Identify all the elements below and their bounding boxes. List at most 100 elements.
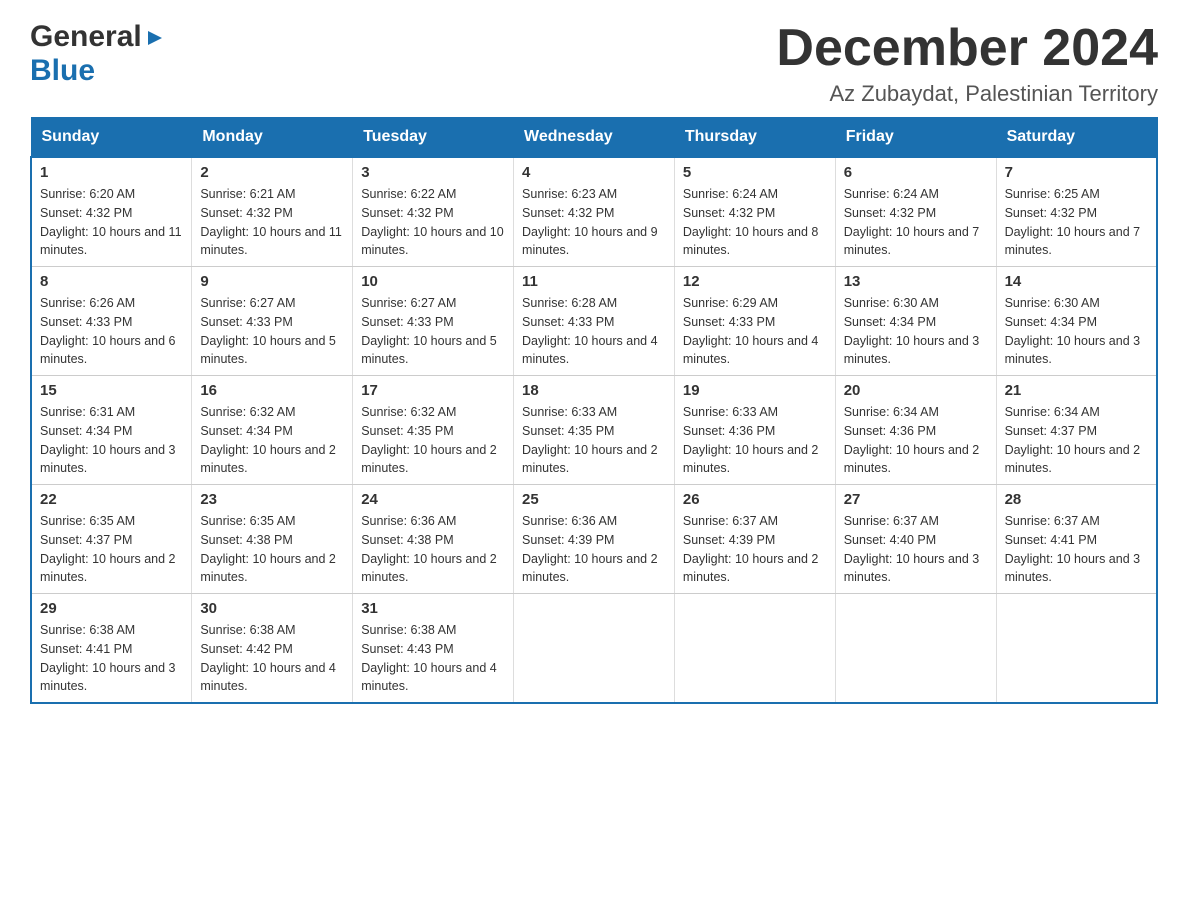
day-number: 1: [40, 164, 183, 181]
weekday-header-tuesday: Tuesday: [353, 118, 514, 158]
weekday-header-wednesday: Wednesday: [514, 118, 675, 158]
calendar-cell: 23 Sunrise: 6:35 AMSunset: 4:38 PMDayligh…: [192, 485, 353, 594]
calendar-cell: 28Sunrise: 6:37 AMSunset: 4:41 PMDayligh…: [996, 485, 1157, 594]
calendar-cell: 16 Sunrise: 6:32 AMSunset: 4:34 PMDayligh…: [192, 376, 353, 485]
day-number: 25: [522, 491, 666, 508]
calendar-cell: 18 Sunrise: 6:33 AMSunset: 4:35 PMDayligh…: [514, 376, 675, 485]
calendar-cell: 7 Sunrise: 6:25 AMSunset: 4:32 PMDaylight…: [996, 157, 1157, 267]
day-number: 23: [200, 491, 344, 508]
day-info: Sunrise: 6:27 AMSunset: 4:33 PMDaylight:…: [361, 294, 505, 369]
calendar-week-3: 15Sunrise: 6:31 AMSunset: 4:34 PMDayligh…: [31, 376, 1157, 485]
logo-blue-text: Blue: [30, 54, 95, 88]
day-number: 16: [200, 382, 344, 399]
calendar-week-5: 29Sunrise: 6:38 AMSunset: 4:41 PMDayligh…: [31, 594, 1157, 704]
calendar-cell: 4 Sunrise: 6:23 AMSunset: 4:32 PMDaylight…: [514, 157, 675, 267]
calendar-table: SundayMondayTuesdayWednesdayThursdayFrid…: [30, 117, 1158, 704]
day-number: 3: [361, 164, 505, 181]
calendar-cell: 1 Sunrise: 6:20 AMSunset: 4:32 PMDaylight…: [31, 157, 192, 267]
day-info: Sunrise: 6:20 AMSunset: 4:32 PMDaylight:…: [40, 185, 183, 260]
day-number: 7: [1005, 164, 1148, 181]
day-number: 2: [200, 164, 344, 181]
calendar-cell: 29Sunrise: 6:38 AMSunset: 4:41 PMDayligh…: [31, 594, 192, 704]
calendar-cell: 12 Sunrise: 6:29 AMSunset: 4:33 PMDayligh…: [674, 267, 835, 376]
day-info: Sunrise: 6:38 AMSunset: 4:42 PMDaylight:…: [200, 621, 344, 696]
calendar-cell: [514, 594, 675, 704]
calendar-cell: 14 Sunrise: 6:30 AMSunset: 4:34 PMDayligh…: [996, 267, 1157, 376]
day-number: 24: [361, 491, 505, 508]
weekday-header-saturday: Saturday: [996, 118, 1157, 158]
day-number: 18: [522, 382, 666, 399]
day-info: Sunrise: 6:29 AMSunset: 4:33 PMDaylight:…: [683, 294, 827, 369]
location-subtitle: Az Zubaydat, Palestinian Territory: [776, 81, 1158, 107]
logo: General Blue: [30, 20, 166, 88]
calendar-cell: 26Sunrise: 6:37 AMSunset: 4:39 PMDayligh…: [674, 485, 835, 594]
calendar-cell: 30 Sunrise: 6:38 AMSunset: 4:42 PMDayligh…: [192, 594, 353, 704]
calendar-cell: 8 Sunrise: 6:26 AMSunset: 4:33 PMDaylight…: [31, 267, 192, 376]
title-block: December 2024 Az Zubaydat, Palestinian T…: [776, 20, 1158, 107]
day-number: 17: [361, 382, 505, 399]
calendar-week-1: 1 Sunrise: 6:20 AMSunset: 4:32 PMDaylight…: [31, 157, 1157, 267]
calendar-cell: 31 Sunrise: 6:38 AMSunset: 4:43 PMDayligh…: [353, 594, 514, 704]
day-number: 30: [200, 600, 344, 617]
day-number: 15: [40, 382, 183, 399]
calendar-cell: 25Sunrise: 6:36 AMSunset: 4:39 PMDayligh…: [514, 485, 675, 594]
day-info: Sunrise: 6:36 AMSunset: 4:38 PMDaylight:…: [361, 512, 505, 587]
weekday-header-monday: Monday: [192, 118, 353, 158]
day-info: Sunrise: 6:38 AMSunset: 4:43 PMDaylight:…: [361, 621, 505, 696]
day-info: Sunrise: 6:38 AMSunset: 4:41 PMDaylight:…: [40, 621, 183, 696]
day-number: 5: [683, 164, 827, 181]
day-number: 19: [683, 382, 827, 399]
day-info: Sunrise: 6:24 AMSunset: 4:32 PMDaylight:…: [683, 185, 827, 260]
day-info: Sunrise: 6:30 AMSunset: 4:34 PMDaylight:…: [1005, 294, 1148, 369]
calendar-cell: 11Sunrise: 6:28 AMSunset: 4:33 PMDayligh…: [514, 267, 675, 376]
calendar-cell: 6 Sunrise: 6:24 AMSunset: 4:32 PMDaylight…: [835, 157, 996, 267]
day-number: 27: [844, 491, 988, 508]
calendar-cell: 19 Sunrise: 6:33 AMSunset: 4:36 PMDayligh…: [674, 376, 835, 485]
weekday-header-thursday: Thursday: [674, 118, 835, 158]
day-info: Sunrise: 6:30 AMSunset: 4:34 PMDaylight:…: [844, 294, 988, 369]
calendar-cell: [996, 594, 1157, 704]
calendar-cell: [674, 594, 835, 704]
day-number: 31: [361, 600, 505, 617]
day-info: Sunrise: 6:33 AMSunset: 4:36 PMDaylight:…: [683, 403, 827, 478]
weekday-header-sunday: Sunday: [31, 118, 192, 158]
calendar-cell: 2 Sunrise: 6:21 AMSunset: 4:32 PMDaylight…: [192, 157, 353, 267]
day-number: 9: [200, 273, 344, 290]
day-info: Sunrise: 6:32 AMSunset: 4:34 PMDaylight:…: [200, 403, 344, 478]
calendar-cell: 21Sunrise: 6:34 AMSunset: 4:37 PMDayligh…: [996, 376, 1157, 485]
day-info: Sunrise: 6:21 AMSunset: 4:32 PMDaylight:…: [200, 185, 344, 260]
calendar-cell: 15Sunrise: 6:31 AMSunset: 4:34 PMDayligh…: [31, 376, 192, 485]
day-number: 22: [40, 491, 183, 508]
day-info: Sunrise: 6:35 AMSunset: 4:37 PMDaylight:…: [40, 512, 183, 587]
day-info: Sunrise: 6:26 AMSunset: 4:33 PMDaylight:…: [40, 294, 183, 369]
calendar-cell: 9Sunrise: 6:27 AMSunset: 4:33 PMDaylight…: [192, 267, 353, 376]
day-info: Sunrise: 6:32 AMSunset: 4:35 PMDaylight:…: [361, 403, 505, 478]
day-info: Sunrise: 6:34 AMSunset: 4:37 PMDaylight:…: [1005, 403, 1148, 478]
calendar-cell: 10 Sunrise: 6:27 AMSunset: 4:33 PMDayligh…: [353, 267, 514, 376]
calendar-cell: 3 Sunrise: 6:22 AMSunset: 4:32 PMDaylight…: [353, 157, 514, 267]
logo-general: General: [30, 20, 142, 54]
day-info: Sunrise: 6:28 AMSunset: 4:33 PMDaylight:…: [522, 294, 666, 369]
day-info: Sunrise: 6:24 AMSunset: 4:32 PMDaylight:…: [844, 185, 988, 260]
day-number: 13: [844, 273, 988, 290]
day-number: 8: [40, 273, 183, 290]
day-info: Sunrise: 6:22 AMSunset: 4:32 PMDaylight:…: [361, 185, 505, 260]
day-number: 20: [844, 382, 988, 399]
day-info: Sunrise: 6:25 AMSunset: 4:32 PMDaylight:…: [1005, 185, 1148, 260]
day-number: 14: [1005, 273, 1148, 290]
day-number: 26: [683, 491, 827, 508]
day-number: 12: [683, 273, 827, 290]
calendar-header-row: SundayMondayTuesdayWednesdayThursdayFrid…: [31, 118, 1157, 158]
calendar-cell: 17 Sunrise: 6:32 AMSunset: 4:35 PMDayligh…: [353, 376, 514, 485]
calendar-cell: 22 Sunrise: 6:35 AMSunset: 4:37 PMDayligh…: [31, 485, 192, 594]
day-number: 10: [361, 273, 505, 290]
day-info: Sunrise: 6:23 AMSunset: 4:32 PMDaylight:…: [522, 185, 666, 260]
day-info: Sunrise: 6:33 AMSunset: 4:35 PMDaylight:…: [522, 403, 666, 478]
day-number: 28: [1005, 491, 1148, 508]
day-info: Sunrise: 6:34 AMSunset: 4:36 PMDaylight:…: [844, 403, 988, 478]
day-number: 6: [844, 164, 988, 181]
logo-blue: Blue: [30, 54, 95, 87]
day-info: Sunrise: 6:35 AMSunset: 4:38 PMDaylight:…: [200, 512, 344, 587]
calendar-cell: 5 Sunrise: 6:24 AMSunset: 4:32 PMDaylight…: [674, 157, 835, 267]
day-number: 4: [522, 164, 666, 181]
